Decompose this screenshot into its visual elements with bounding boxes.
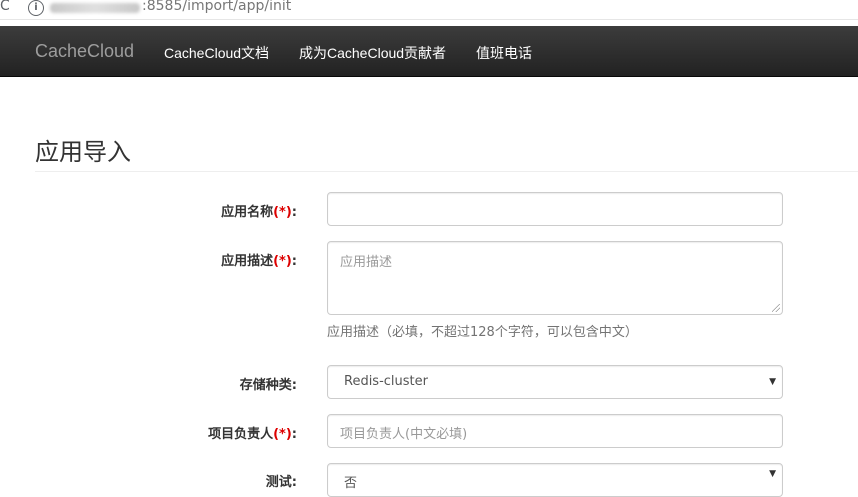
app-desc-textarea[interactable]: 应用描述	[327, 241, 783, 315]
blurred-host	[50, 3, 140, 13]
storage-type-value: Redis-cluster	[344, 374, 428, 389]
address-bar[interactable]: C i :8585/import/app/init	[0, 0, 858, 20]
storage-type-select[interactable]: Redis-cluster ▼	[327, 365, 783, 399]
nav-link-docs[interactable]: CacheCloud文档	[164, 43, 269, 63]
reload-icon[interactable]: C	[0, 0, 10, 14]
test-select[interactable]: 否 ▼	[327, 463, 783, 497]
owner-placeholder: 项目负责人(中文必填)	[340, 427, 468, 442]
app-desc-label: 应用描述(*):	[221, 254, 297, 269]
resize-handle-icon[interactable]	[772, 304, 780, 312]
test-label: 测试:	[265, 475, 297, 490]
brand-logo[interactable]: CacheCloud	[35, 41, 134, 62]
required-marker: (*)	[273, 427, 292, 442]
page-title: 应用导入	[35, 138, 131, 166]
nav-link-oncall[interactable]: 值班电话	[476, 43, 532, 63]
required-marker: (*)	[273, 205, 292, 220]
title-divider	[35, 171, 858, 172]
owner-label: 项目负责人(*):	[208, 427, 297, 442]
nav-link-contributor[interactable]: 成为CacheCloud贡献者	[299, 43, 446, 63]
chevron-down-icon: ▼	[769, 469, 776, 479]
app-desc-placeholder: 应用描述	[340, 255, 393, 270]
url-text[interactable]: :8585/import/app/init	[142, 0, 291, 14]
storage-type-label: 存储种类:	[239, 378, 297, 393]
info-icon[interactable]: i	[28, 0, 44, 16]
app-name-label: 应用名称(*):	[221, 205, 297, 220]
app-name-input[interactable]	[327, 192, 783, 226]
required-marker: (*)	[273, 254, 292, 269]
app-desc-help-text: 应用描述（必填，不超过128个字符，可以包含中文）	[327, 325, 638, 340]
owner-input[interactable]: 项目负责人(中文必填)	[327, 414, 783, 448]
top-navbar: CacheCloud CacheCloud文档 成为CacheCloud贡献者 …	[0, 26, 858, 77]
chevron-down-icon: ▼	[769, 377, 776, 387]
